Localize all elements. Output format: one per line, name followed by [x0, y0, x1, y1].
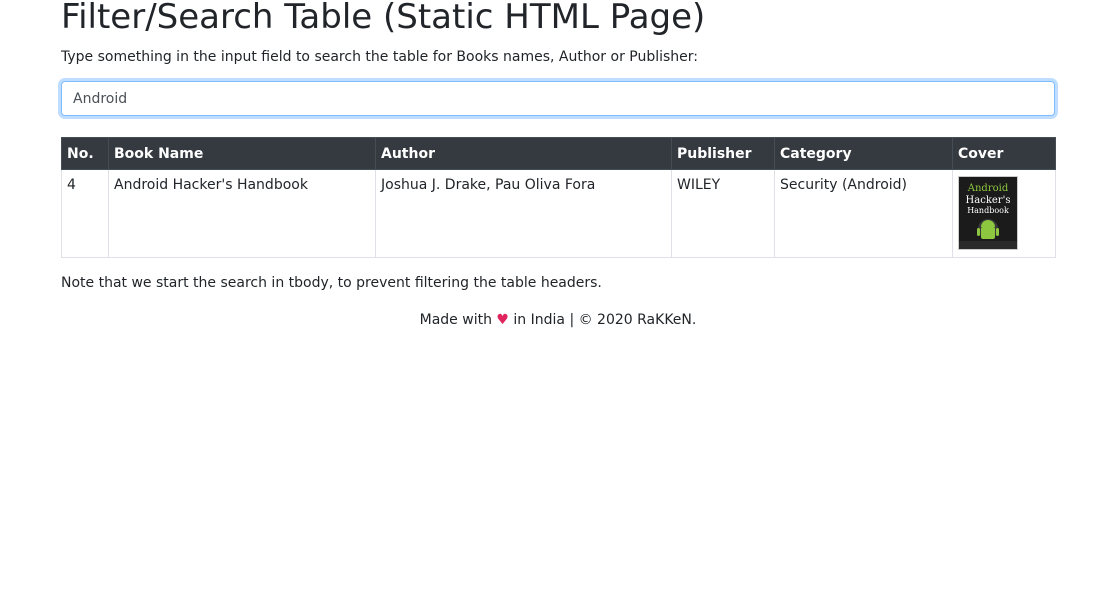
column-header-author: Author: [375, 137, 672, 170]
heart-icon: ♥: [496, 312, 509, 328]
column-header-no: No.: [61, 137, 109, 170]
table-header-row: No. Book Name Author Publisher Category …: [61, 137, 1056, 170]
cell-no: 4: [61, 169, 109, 258]
column-header-category: Category: [774, 137, 953, 170]
table-row: 4 Android Hacker's Handbook Joshua J. Dr…: [61, 169, 1056, 258]
search-input[interactable]: [61, 81, 1055, 116]
column-header-publisher: Publisher: [671, 137, 775, 170]
svg-text:Android: Android: [967, 183, 1009, 194]
footer-made-with: Made with: [419, 312, 492, 328]
books-table: No. Book Name Author Publisher Category …: [61, 137, 1056, 258]
footer-rest: in India | © 2020 RaKKeN.: [513, 312, 697, 328]
cell-category: Security (Android): [774, 169, 953, 258]
note-text: Note that we start the search in tbody, …: [61, 275, 602, 291]
svg-text:Hacker's: Hacker's: [966, 195, 1011, 206]
book-cover-image: Android Hacker's Handbook: [958, 176, 1018, 250]
intro-text: Type something in the input field to sea…: [61, 49, 699, 65]
page-title: Filter/Search Table (Static HTML Page): [61, 0, 706, 37]
cell-publisher: WILEY: [671, 169, 775, 258]
column-header-cover: Cover: [952, 137, 1056, 170]
footer: Made with ♥ in India | © 2020 RaKKeN.: [61, 311, 1055, 329]
svg-text:Handbook: Handbook: [967, 206, 1009, 215]
cell-author: Joshua J. Drake, Pau Oliva Fora: [375, 169, 672, 258]
cell-cover: Android Hacker's Handbook: [952, 169, 1056, 258]
column-header-book-name: Book Name: [108, 137, 376, 170]
cell-book-name: Android Hacker's Handbook: [108, 169, 376, 258]
